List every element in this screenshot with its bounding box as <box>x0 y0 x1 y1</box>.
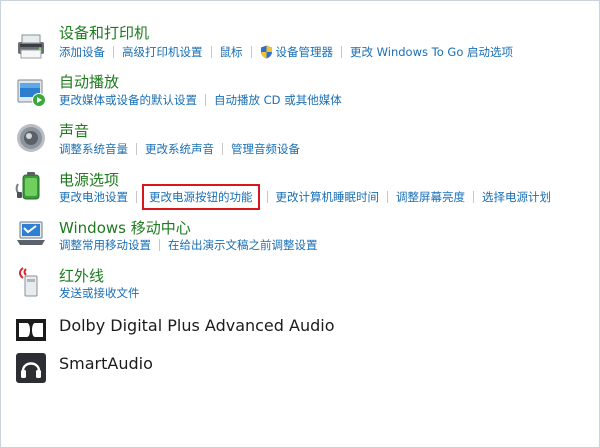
category-title-smartaudio[interactable]: SmartAudio <box>59 354 153 373</box>
category-title-devices-printers[interactable]: 设备和打印机 <box>59 22 149 43</box>
battery-icon <box>15 172 40 200</box>
printer-icon <box>18 34 44 59</box>
separator <box>473 191 474 203</box>
link-device-manager[interactable]: 设备管理器 <box>276 44 334 60</box>
link-change-sleep-time[interactable]: 更改计算机睡眠时间 <box>276 189 380 205</box>
link-change-system-sounds[interactable]: 更改系统声音 <box>145 141 214 157</box>
link-manage-audio-devices[interactable]: 管理音频设备 <box>231 141 300 157</box>
separator <box>136 191 137 203</box>
links-mobility-center: 调整常用移动设置 在给出演示文稿之前调整设置 <box>59 237 318 253</box>
speaker-icon <box>17 124 45 152</box>
separator <box>387 191 388 203</box>
separator <box>159 239 160 251</box>
link-change-battery-settings[interactable]: 更改电池设置 <box>59 189 128 205</box>
link-choose-power-plan[interactable]: 选择电源计划 <box>482 189 551 205</box>
link-adjust-volume[interactable]: 调整系统音量 <box>59 141 128 157</box>
category-title-dolby[interactable]: Dolby Digital Plus Advanced Audio <box>59 316 335 335</box>
separator <box>222 143 223 155</box>
category-title-infrared[interactable]: 红外线 <box>59 265 104 286</box>
autoplay-icon <box>17 79 46 107</box>
links-sound: 调整系统音量 更改系统声音 管理音频设备 <box>59 141 300 157</box>
category-title-sound[interactable]: 声音 <box>59 120 89 141</box>
separator <box>341 46 342 58</box>
link-advanced-printer-setup[interactable]: 高级打印机设置 <box>122 44 203 60</box>
link-change-power-buttons[interactable]: 更改电源按钮的功能 <box>142 184 260 210</box>
separator <box>113 46 114 58</box>
link-mouse[interactable]: 鼠标 <box>220 44 243 60</box>
separator <box>210 46 212 58</box>
link-adjust-brightness[interactable]: 调整屏幕亮度 <box>396 189 465 205</box>
links-autoplay: 更改媒体或设备的默认设置 自动播放 CD 或其他媒体 <box>59 92 342 108</box>
link-send-receive-files[interactable]: 发送或接收文件 <box>59 285 140 301</box>
link-autoplay-cd[interactable]: 自动播放 CD 或其他媒体 <box>214 92 342 108</box>
category-title-power-options[interactable]: 电源选项 <box>59 169 119 190</box>
separator <box>266 191 268 203</box>
link-windows-to-go[interactable]: 更改 Windows To Go 启动选项 <box>350 44 513 60</box>
infrared-icon <box>19 267 38 297</box>
links-infrared: 发送或接收文件 <box>59 285 140 301</box>
link-add-device[interactable]: 添加设备 <box>59 44 105 60</box>
separator <box>205 94 206 106</box>
links-devices-printers: 添加设备 高级打印机设置 鼠标 设备管理器 更改 Windows To Go 启… <box>59 44 513 60</box>
uac-shield-icon <box>260 45 272 59</box>
separator <box>136 143 137 155</box>
dolby-icon <box>16 319 46 341</box>
separator <box>250 46 252 58</box>
category-title-mobility-center[interactable]: Windows 移动中心 <box>59 217 191 238</box>
mobility-center-icon <box>17 221 45 245</box>
category-title-autoplay[interactable]: 自动播放 <box>59 71 119 92</box>
link-adjust-mobility-settings[interactable]: 调整常用移动设置 <box>59 237 151 253</box>
link-presentation-settings[interactable]: 在给出演示文稿之前调整设置 <box>168 237 318 253</box>
links-power-options: 更改电池设置 更改电源按钮的功能 更改计算机睡眠时间 调整屏幕亮度 选择电源计划 <box>59 184 551 210</box>
link-change-media-defaults[interactable]: 更改媒体或设备的默认设置 <box>59 92 197 108</box>
smartaudio-icon <box>16 353 46 383</box>
